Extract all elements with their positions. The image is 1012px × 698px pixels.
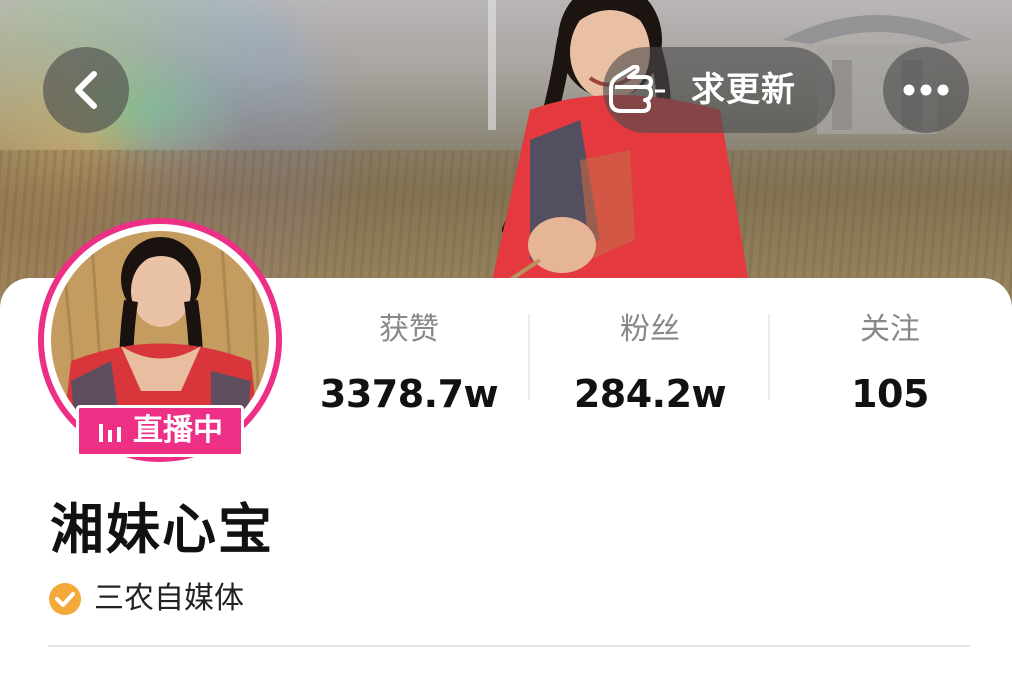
chevron-left-icon bbox=[75, 71, 97, 109]
live-status-badge[interactable]: 直播中 bbox=[76, 405, 244, 457]
back-button[interactable] bbox=[43, 47, 129, 133]
stat-likes[interactable]: 获赞 3378.7w bbox=[289, 312, 529, 416]
profile-stats: 获赞 3378.7w 粉丝 284.2w 关注 105 bbox=[290, 300, 1012, 416]
more-dots-icon bbox=[903, 84, 949, 96]
stat-followers-value: 284.2w bbox=[573, 372, 727, 416]
stat-following-value: 105 bbox=[851, 372, 929, 416]
profile-name: 湘妹心宝 bbox=[50, 498, 274, 561]
stat-likes-label: 获赞 bbox=[379, 312, 439, 347]
live-bars-icon bbox=[99, 424, 121, 442]
pointing-hand-icon bbox=[609, 65, 665, 113]
stat-following[interactable]: 关注 105 bbox=[770, 312, 1010, 416]
live-status-label: 直播中 bbox=[133, 413, 223, 448]
verified-check-icon bbox=[49, 583, 81, 615]
stat-followers[interactable]: 粉丝 284.2w bbox=[530, 312, 770, 416]
verification-row[interactable]: 三农自媒体 bbox=[48, 579, 244, 619]
request-update-label: 求更新 bbox=[691, 70, 796, 110]
stat-following-label: 关注 bbox=[860, 312, 920, 347]
request-update-button[interactable]: 求更新 bbox=[603, 47, 835, 133]
stat-likes-value: 3378.7w bbox=[319, 372, 499, 416]
person-illustration bbox=[490, 0, 750, 290]
section-divider bbox=[48, 645, 970, 647]
verification-label: 三农自媒体 bbox=[94, 581, 244, 616]
more-button[interactable] bbox=[883, 47, 969, 133]
stat-followers-label: 粉丝 bbox=[620, 312, 680, 347]
